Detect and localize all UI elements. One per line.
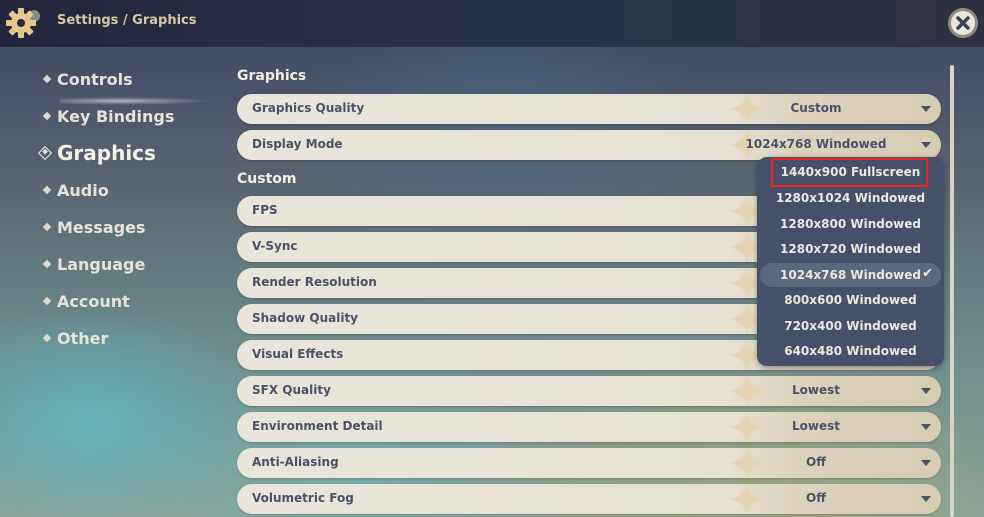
setting-label: Display Mode (252, 137, 343, 151)
chevron-down-icon (921, 106, 931, 112)
chevron-down-icon (921, 496, 931, 502)
diamond-icon (42, 185, 52, 195)
sidebar-item-label: Other (57, 328, 109, 348)
dropdown-option[interactable]: 1280x1024 Windowed (760, 186, 941, 210)
setting-label: SFX Quality (252, 383, 331, 397)
option-label: 800x600 Windowed (784, 293, 917, 307)
option-label: 1440x900 Fullscreen (780, 165, 921, 179)
setting-volumetric-fog[interactable]: Volumetric Fog Off (237, 484, 941, 514)
chevron-down-icon (921, 388, 931, 394)
sidebar-item-messages[interactable]: Messages (42, 212, 146, 242)
diamond-icon (42, 296, 52, 306)
sidebar-item-label: Graphics (57, 141, 156, 165)
diamond-outline-icon (37, 145, 53, 161)
scrollbar[interactable] (950, 65, 954, 517)
setting-label: Environment Detail (252, 419, 383, 433)
setting-value: Off (806, 491, 826, 505)
option-label: 720x400 Windowed (784, 319, 917, 333)
dropdown-option[interactable]: 1280x800 Windowed (760, 212, 941, 236)
setting-label: Anti-Aliasing (252, 455, 339, 469)
option-label: 1024x768 Windowed (780, 268, 921, 282)
diamond-icon (42, 333, 52, 343)
sidebar-item-label: Account (57, 291, 130, 311)
option-label: 1280x1024 Windowed (775, 191, 926, 205)
sidebar-item-account[interactable]: Account (42, 286, 130, 316)
setting-label: V-Sync (252, 239, 298, 253)
setting-value: 1024x768 Windowed (745, 137, 887, 151)
chevron-down-icon (921, 460, 931, 466)
setting-value: Custom (790, 101, 842, 115)
dropdown-option-selected[interactable]: 1024x768 Windowed ✔ (760, 263, 941, 287)
setting-label: Graphics Quality (252, 101, 365, 115)
sidebar-item-audio[interactable]: Audio (42, 175, 109, 205)
display-mode-dropdown: 1440x900 Fullscreen 1280x1024 Windowed 1… (757, 157, 944, 366)
setting-label: Volumetric Fog (252, 491, 354, 505)
dropdown-option[interactable]: 640x480 Windowed (760, 339, 941, 363)
setting-display-mode[interactable]: Display Mode 1024x768 Windowed (237, 130, 941, 160)
sidebar-item-label: Language (57, 254, 146, 274)
close-icon (956, 16, 970, 30)
setting-environment-detail[interactable]: Environment Detail Lowest (237, 412, 941, 442)
setting-value: Off (806, 455, 826, 469)
diamond-icon (42, 74, 52, 84)
sidebar-item-language[interactable]: Language (42, 249, 146, 279)
chevron-down-icon (921, 142, 931, 148)
setting-label: Visual Effects (252, 347, 344, 361)
sidebar-item-label: Key Bindings (57, 106, 175, 126)
option-label: 640x480 Windowed (784, 344, 917, 358)
option-label: 1280x720 Windowed (780, 242, 921, 256)
setting-graphics-quality[interactable]: Graphics Quality Custom (237, 94, 941, 124)
diamond-icon (42, 111, 52, 121)
sidebar-item-label: Controls (57, 69, 133, 89)
sidebar-item-controls[interactable]: Controls (42, 64, 133, 94)
setting-label: Render Resolution (252, 275, 377, 289)
setting-value: Lowest (792, 419, 840, 433)
setting-anti-aliasing[interactable]: Anti-Aliasing Off (237, 448, 941, 478)
top-bar: Settings / Graphics (0, 0, 984, 47)
setting-label: FPS (252, 203, 278, 217)
dropdown-option[interactable]: 800x600 Windowed (760, 288, 941, 312)
gear-icon (6, 8, 40, 38)
close-button[interactable] (948, 8, 978, 38)
sidebar-item-label: Messages (57, 217, 146, 237)
checkmark-icon: ✔ (922, 266, 933, 281)
sidebar-item-key-bindings[interactable]: Key Bindings (42, 101, 175, 131)
sidebar-item-graphics[interactable]: Graphics (37, 138, 156, 168)
section-title-custom: Custom (237, 171, 297, 187)
diamond-icon (42, 259, 52, 269)
dropdown-option[interactable]: 720x400 Windowed (760, 314, 941, 338)
chevron-down-icon (921, 424, 931, 430)
diamond-icon (42, 222, 52, 232)
section-title-graphics: Graphics (237, 68, 307, 84)
option-label: 1280x800 Windowed (780, 217, 921, 231)
dropdown-option[interactable]: 1280x720 Windowed (760, 237, 941, 261)
dropdown-option[interactable]: 1440x900 Fullscreen (760, 160, 941, 184)
setting-label: Shadow Quality (252, 311, 359, 325)
setting-sfx-quality[interactable]: SFX Quality Lowest (237, 376, 941, 406)
sidebar-item-label: Audio (57, 180, 109, 200)
sidebar-item-other[interactable]: Other (42, 323, 109, 353)
setting-value: Lowest (792, 383, 840, 397)
breadcrumb: Settings / Graphics (57, 13, 197, 28)
